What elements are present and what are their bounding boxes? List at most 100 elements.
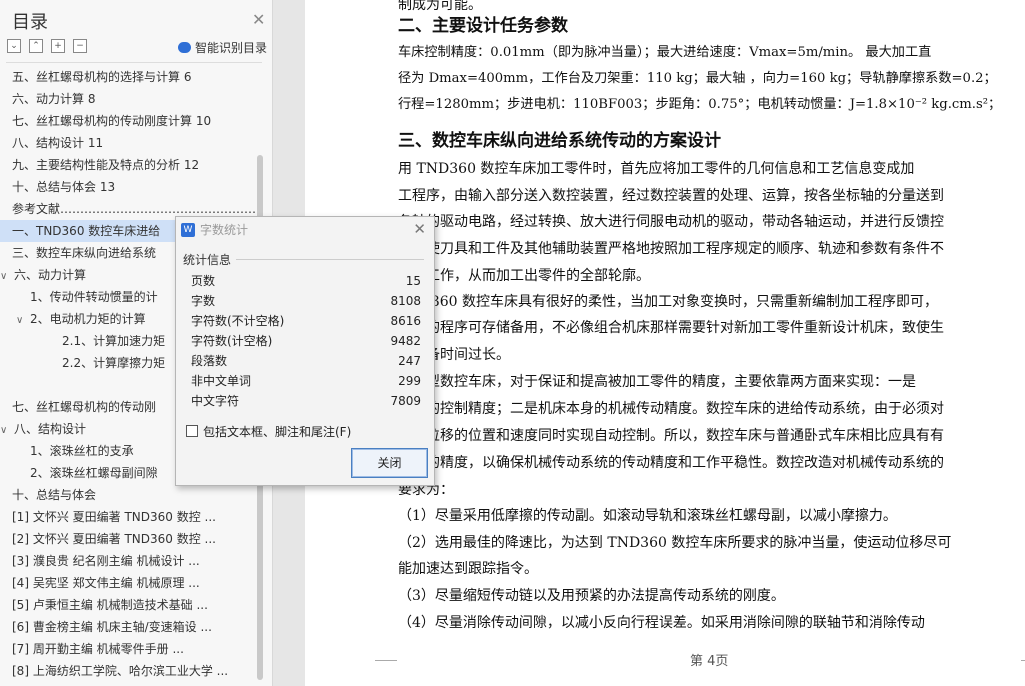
word-count-dialog: W 字数统计 ✕ 统计信息 页数 15 字数 8108 字符数(不计空格) 8616 字符数… bbox=[175, 216, 435, 486]
doc-line: 经济型数控车床，对于保证和提高被加工零件的精度，主要依靠两方面来实现：一是 bbox=[398, 374, 916, 390]
toc-item[interactable]: 七、丝杠螺母机构的传动刚度计算 10 bbox=[0, 110, 256, 132]
toc-item-label: [1] 文怀兴 夏田编著 TND360 数控 ... bbox=[12, 510, 216, 524]
expand-chevron-icon[interactable]: ∨ bbox=[0, 266, 14, 286]
close-icon[interactable]: ✕ bbox=[413, 220, 426, 238]
toc-item-label: [8] 上海纺织工学院、哈尔滨工业大学 ... bbox=[12, 664, 229, 678]
expand-chevron-icon[interactable]: ∨ bbox=[0, 420, 14, 440]
toc-item[interactable]: [2] 文怀兴 夏田编著 TND360 数控 ... bbox=[0, 528, 256, 550]
toc-item-label: 九、主要结构性能及特点的分析 12 bbox=[12, 158, 200, 172]
doc-line: 径为 Dmax=400mm，工作台及刀架重：110 kg；最大轴 ，向力=160… bbox=[398, 71, 997, 86]
doc-line: （4）尽量消除传动间隙，以减小反向行程误差。如采用消除间隙的联轴节和消除传动 bbox=[398, 615, 925, 631]
smart-toc-label: 智能识别目录 bbox=[195, 41, 268, 55]
stat-value: 15 bbox=[405, 274, 421, 288]
stats-section-label: 统计信息 bbox=[183, 253, 232, 267]
stat-value: 8108 bbox=[390, 294, 421, 308]
margin-corner-mark bbox=[375, 660, 397, 661]
toc-item-label: 1、传动件转动惯量的计 bbox=[30, 290, 158, 304]
doc-line: （2）选用最佳的降速比，为达到 TND360 数控车床所要求的脉冲当量，使运动位… bbox=[398, 535, 952, 551]
toc-item-label: [6] 曹金榜主编 机床主轴/变速箱设 ... bbox=[12, 620, 212, 634]
stat-row: 页数 15 bbox=[191, 271, 421, 291]
toc-item[interactable]: 五、丝杠螺母机构的选择与计算 6 bbox=[0, 66, 256, 88]
smart-recognize-icon bbox=[178, 42, 191, 53]
toc-item-label: 七、丝杠螺母机构的传动刚 bbox=[12, 400, 157, 414]
toc-item-label: 八、结构设计 bbox=[14, 422, 87, 436]
doc-line: 机床的控制精度；二是机床本身的机械传动精度。数控车床的进给传动系统，由于必须对 bbox=[398, 401, 944, 417]
stat-value: 7809 bbox=[390, 394, 421, 408]
toc-item-label: 参考文献…………………………………………………… bbox=[12, 202, 256, 216]
section-heading: 三、数控车床纵向进给系统传动的方案设计 bbox=[398, 131, 721, 151]
toc-item-label: 十、总结与体会 13 bbox=[12, 180, 116, 194]
stat-label: 段落数 bbox=[191, 354, 228, 368]
toc-item[interactable]: 十、总结与体会 bbox=[0, 484, 256, 506]
toc-item[interactable]: [7] 周开勤主编 机械零件手册 ... bbox=[0, 638, 256, 660]
doc-line: 制，使刀具和工件及其他辅助装置严格地按照加工程序规定的顺序、轨迹和参数有条件不 bbox=[398, 241, 944, 257]
toc-item-label: [4] 吴宪坚 郑文伟主编 机械原理 ... bbox=[12, 576, 200, 590]
section-heading: 二、主要设计任务参数 bbox=[398, 16, 568, 36]
add-icon[interactable]: + bbox=[51, 39, 65, 53]
stat-label: 字符数(计空格) bbox=[191, 334, 273, 348]
dialog-title: 字数统计 bbox=[200, 223, 249, 237]
doc-line: 各轴的驱动电路，经过转换、放大进行伺服电动机的驱动，带动各轴运动，并进行反馈控 bbox=[398, 214, 944, 230]
toc-item[interactable]: [3] 濮良贵 纪名刚主编 机械设计 ... bbox=[0, 550, 256, 572]
toc-item[interactable]: 八、结构设计 11 bbox=[0, 132, 256, 154]
doc-line: 工程序，由输入部分送入数控装置，经过数控装置的处理、运算，按各坐标轴的分量送到 bbox=[398, 188, 944, 204]
doc-line: 要求为： bbox=[398, 482, 454, 498]
toc-toolbar: ⌄ ⌃ + − bbox=[7, 39, 87, 53]
toc-item-label: [7] 周开勤主编 机械零件手册 ... bbox=[12, 642, 184, 656]
toc-item-label: 2.1、计算加速力矩 bbox=[62, 334, 166, 348]
toc-item[interactable]: 六、动力计算 8 bbox=[0, 88, 256, 110]
toc-item-label: 七、丝杠螺母机构的传动刚度计算 10 bbox=[12, 114, 212, 128]
smart-toc-button[interactable]: 智能识别目录 bbox=[178, 39, 267, 56]
expand-chevron-icon[interactable]: ∨ bbox=[16, 310, 30, 330]
doc-line: 产准备时间过长。 bbox=[398, 347, 510, 363]
stat-row: 字符数(计空格) 9482 bbox=[191, 331, 421, 351]
doc-line: （1）尽量采用低摩擦的传动副。如滚动导轨和滚珠丝杠螺母副，以减小摩擦力。 bbox=[398, 508, 897, 524]
stat-row: 字符数(不计空格) 8616 bbox=[191, 311, 421, 331]
wps-logo-icon: W bbox=[181, 223, 195, 237]
toc-item[interactable]: [6] 曹金榜主编 机床主轴/变速箱设 ... bbox=[0, 616, 256, 638]
doc-line: 车床控制精度：0.01mm（即为脉冲当量）；最大进给速度：Vmax=5m/min… bbox=[398, 45, 932, 60]
stat-value: 247 bbox=[398, 354, 421, 368]
doc-line: （3）尽量缩短传动链以及用预紧的办法提高传动系统的刚度。 bbox=[398, 588, 785, 604]
toc-item[interactable]: 九、主要结构性能及特点的分析 12 bbox=[0, 154, 256, 176]
stat-label: 非中文单词 bbox=[191, 374, 252, 388]
include-textboxes-checkbox[interactable]: 包括文本框、脚注和尾注(F) bbox=[186, 423, 351, 440]
dialog-titlebar: W 字数统计 bbox=[176, 217, 434, 243]
toc-item[interactable]: [5] 卢秉恒主编 机械制造技术基础 ... bbox=[0, 594, 256, 616]
divider bbox=[236, 259, 424, 260]
doc-line: 行程=1280mm；步进电机：110BF003；步距角：0.75°；电机转动惯量… bbox=[398, 97, 1002, 112]
divider bbox=[6, 62, 262, 63]
toc-title: 目录 bbox=[12, 12, 48, 33]
doc-line: TND360 数控车床具有很好的柔性，当加工对象变换时，只需重新编制加工程序即可… bbox=[398, 294, 938, 310]
toc-item-label: 八、结构设计 11 bbox=[12, 136, 104, 150]
stat-value: 299 bbox=[398, 374, 421, 388]
close-button[interactable]: 关闭 bbox=[351, 448, 428, 478]
toc-item-label: 五、丝杠螺母机构的选择与计算 6 bbox=[12, 70, 192, 84]
toc-item-label: [5] 卢秉恒主编 机械制造技术基础 ... bbox=[12, 598, 208, 612]
toc-item-label: 2、电动机力矩的计算 bbox=[30, 312, 146, 326]
toc-item-label: 十、总结与体会 bbox=[12, 488, 97, 502]
toc-item[interactable]: [4] 吴宪坚 郑文伟主编 机械原理 ... bbox=[0, 572, 256, 594]
stat-row: 字数 8108 bbox=[191, 291, 421, 311]
expand-up-icon[interactable]: ⌃ bbox=[29, 39, 43, 53]
toc-item[interactable]: [1] 文怀兴 夏田编著 TND360 数控 ... bbox=[0, 506, 256, 528]
doc-line: 用 TND360 数控车床加工零件时，首先应将加工零件的几何信息和工艺信息变成加 bbox=[398, 161, 915, 177]
toc-item-label: 一、TND360 数控车床进给 bbox=[12, 224, 161, 238]
toc-item[interactable]: 十、总结与体会 13 bbox=[0, 176, 256, 198]
toc-item-label: 1、滚珠丝杠的支承 bbox=[30, 444, 134, 458]
close-icon[interactable]: ✕ bbox=[252, 10, 265, 29]
toc-item[interactable]: [8] 上海纺织工学院、哈尔滨工业大学 ... bbox=[0, 660, 256, 682]
page-number: 第 4页 bbox=[690, 654, 729, 669]
remove-icon[interactable]: − bbox=[73, 39, 87, 53]
toc-item-label: 六、动力计算 bbox=[14, 268, 87, 282]
doc-line: 更高的精度，以确保机械传动系统的传动精度和工作平稳性。数控改造对机械传动系统的 bbox=[398, 455, 944, 471]
toc-item-label: 六、动力计算 8 bbox=[12, 92, 96, 106]
toc-item-label: 三、数控车床纵向进给系统 bbox=[12, 246, 157, 260]
checkbox-box[interactable] bbox=[186, 425, 198, 437]
stat-label: 页数 bbox=[191, 274, 216, 288]
stat-row: 段落数 247 bbox=[191, 351, 421, 371]
stat-value: 8616 bbox=[390, 314, 421, 328]
collapse-all-icon[interactable]: ⌄ bbox=[7, 39, 21, 53]
stat-value: 9482 bbox=[390, 334, 421, 348]
doc-line: 进给位移的位置和速度同时实现自动控制。所以，数控车床与普通卧式车床相比应具有有 bbox=[398, 428, 944, 444]
